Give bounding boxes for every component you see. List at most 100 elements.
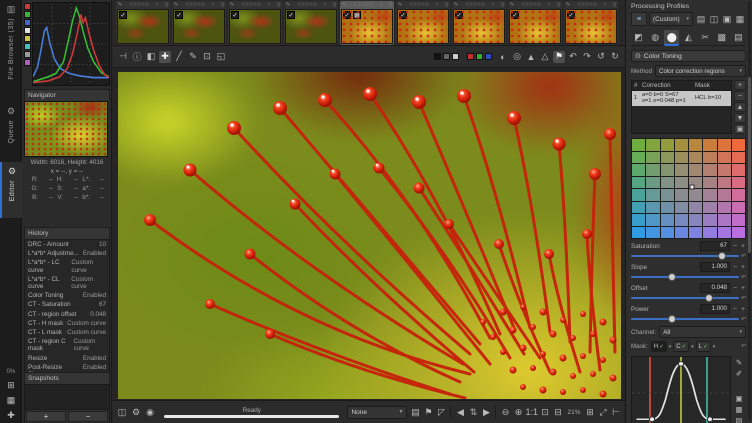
grid-cell[interactable] xyxy=(703,139,716,151)
history-row[interactable]: DRC - Amount10 xyxy=(25,240,109,249)
history-row[interactable]: ResizeEnabled xyxy=(25,354,109,363)
snapshots-title[interactable]: Snapshots xyxy=(24,372,110,384)
snapshots-list[interactable] xyxy=(24,384,110,410)
thumbnail-image[interactable]: ✓ xyxy=(117,9,169,44)
slider-value[interactable]: 0.048 xyxy=(700,283,730,293)
grid-cell[interactable] xyxy=(646,177,659,189)
color-label-icon[interactable]: ○ xyxy=(492,2,495,8)
crop-tool-icon[interactable]: ⊡ xyxy=(201,51,213,63)
thumbnail-toolbar[interactable]: ✎ ☆☆☆☆☆ ○ ▯ xyxy=(229,2,281,8)
zoom-100-icon[interactable]: 1:1 xyxy=(525,406,538,418)
reset-icon[interactable]: ↶ xyxy=(741,316,746,323)
filmstrip-thumbnail[interactable]: ✎ ☆☆☆☆☆ ○ ▯ ✓ xyxy=(452,1,506,45)
profile-applied-icon[interactable]: ✎ xyxy=(342,2,346,8)
zoom-fit-crop-icon[interactable]: ⊟ xyxy=(552,406,564,418)
grid-cell[interactable] xyxy=(732,139,745,151)
grid-cell[interactable] xyxy=(718,202,731,214)
grid-cell[interactable] xyxy=(718,214,731,226)
grid-cell[interactable] xyxy=(689,189,702,201)
rating-stars-icon[interactable]: ☆☆☆☆☆ xyxy=(297,2,317,8)
histogram-toggle-red[interactable] xyxy=(24,3,31,10)
color-label-icon[interactable]: ○ xyxy=(436,2,439,8)
red-channel-chip[interactable] xyxy=(467,53,474,60)
rotate-left-icon[interactable]: ↶ xyxy=(567,51,579,63)
tab-queue[interactable]: ⚙ Queue xyxy=(0,102,22,160)
rating-stars-icon[interactable]: ☆☆☆☆☆ xyxy=(465,2,485,8)
grid-cell[interactable] xyxy=(675,177,688,189)
grid-cell[interactable] xyxy=(703,227,716,239)
tab-color-icon[interactable]: ⬤ xyxy=(664,30,679,44)
grid-cell[interactable] xyxy=(718,189,731,201)
grid-cell[interactable] xyxy=(732,189,745,201)
slider-track[interactable] xyxy=(631,294,739,302)
grid-cell[interactable] xyxy=(703,152,716,164)
add-snapshot-button[interactable]: + xyxy=(26,411,66,422)
grid-cell[interactable] xyxy=(675,189,688,201)
trash-icon[interactable]: ▯ xyxy=(501,2,504,8)
image-info-icon[interactable]: ⓘ xyxy=(131,51,143,63)
tab-raw-icon[interactable]: ▩ xyxy=(714,30,729,44)
thumbnail-image[interactable]: ✓ xyxy=(173,9,225,44)
highlight-clipping-icon[interactable]: △ xyxy=(539,51,551,63)
previous-image-icon[interactable]: ◀ xyxy=(454,406,466,418)
grid-cell[interactable] xyxy=(732,202,745,214)
history-row[interactable]: L*a*b* - CL curveCustom curve xyxy=(25,275,109,291)
navigator-title[interactable]: Navigator xyxy=(24,89,110,101)
color-label-icon[interactable]: ○ xyxy=(604,2,607,8)
remove-region-icon[interactable]: − xyxy=(734,91,746,101)
grid-cell[interactable] xyxy=(718,139,731,151)
save-profile-icon[interactable]: ◫ xyxy=(708,13,720,25)
grid-cell[interactable] xyxy=(632,164,645,176)
filmstrip-thumbnail[interactable]: ✎ ☆☆☆☆☆ ○ ▯ ✓ xyxy=(172,1,226,45)
slider-thumb[interactable] xyxy=(668,315,676,323)
profile-applied-icon[interactable]: ✎ xyxy=(510,2,514,8)
grid-cell[interactable] xyxy=(632,214,645,226)
filmstrip-thumbnail[interactable]: ✎ ☆☆☆☆☆ ○ ▯ ✓ xyxy=(228,1,282,45)
grid-marker[interactable] xyxy=(689,185,694,190)
history-row[interactable]: Color ToningEnabled xyxy=(25,291,109,300)
color-picker-tool-icon[interactable]: ✎ xyxy=(187,51,199,63)
grid-cell[interactable] xyxy=(646,214,659,226)
grid-cell[interactable] xyxy=(675,227,688,239)
grid-cell[interactable] xyxy=(718,164,731,176)
pan-tool-icon[interactable]: ✚ xyxy=(5,409,17,421)
histogram-toggle-chromaticity[interactable] xyxy=(24,35,31,42)
histogram-toggle-blue[interactable] xyxy=(24,19,31,26)
grid-cell[interactable] xyxy=(646,227,659,239)
grid-cell[interactable] xyxy=(732,227,745,239)
grid-cell[interactable] xyxy=(689,164,702,176)
sync-filebrowser-icon[interactable]: ⇅ xyxy=(467,406,479,418)
zoom-out-icon[interactable]: ⊖ xyxy=(499,406,511,418)
thumbnail-toolbar[interactable]: ✎ ☆☆☆☆☆ ○ ▯ xyxy=(173,2,225,8)
trash-icon[interactable]: ▯ xyxy=(165,2,168,8)
grid-cell[interactable] xyxy=(732,214,745,226)
color-label-icon[interactable]: ○ xyxy=(268,2,271,8)
history-row[interactable]: CT - region C maskCustom curve xyxy=(25,337,109,353)
trash-icon[interactable]: ▯ xyxy=(557,2,560,8)
increment-icon[interactable]: + xyxy=(740,285,746,292)
decrement-icon[interactable]: − xyxy=(732,285,738,292)
thumbnail-image[interactable]: ✓ xyxy=(285,9,337,44)
flip-horizontal-icon[interactable]: ↺ xyxy=(595,51,607,63)
grid-cell[interactable] xyxy=(646,189,659,201)
trash-icon[interactable]: ▯ xyxy=(613,2,616,8)
grid-cell[interactable] xyxy=(632,227,645,239)
filmstrip-thumbnail[interactable]: ✎ ☆☆☆☆☆ ○ ▯ ✓ xyxy=(284,1,338,45)
straighten-tool-icon[interactable]: ╱ xyxy=(173,51,185,63)
slider-value[interactable]: 67 xyxy=(700,241,730,251)
slider-track[interactable] xyxy=(631,252,739,260)
load-profile-icon[interactable]: ▤ xyxy=(695,13,707,25)
move-region-down-icon[interactable]: ▼ xyxy=(734,113,746,123)
rating-stars-icon[interactable]: ☆☆☆☆☆ xyxy=(409,2,429,8)
increment-icon[interactable]: + xyxy=(740,264,746,271)
output-folder-icon[interactable]: ▤ xyxy=(409,406,421,418)
power-icon[interactable]: ⊙ xyxy=(635,52,641,60)
rating-stars-icon[interactable]: ☆☆☆☆☆ xyxy=(577,2,597,8)
history-row[interactable]: L*a*b* Adjustme...Enabled xyxy=(25,249,109,258)
move-region-up-icon[interactable]: ▲ xyxy=(734,102,746,112)
grid-cell[interactable] xyxy=(718,227,731,239)
filmstrip-thumbnail[interactable]: ✎ ☆☆☆☆☆ ○ ▯ ✓ xyxy=(564,1,618,45)
grid-cell[interactable] xyxy=(703,189,716,201)
thumbnail-toolbar[interactable]: ✎ ☆☆☆☆☆ ○ ▯ xyxy=(341,2,393,8)
history-row[interactable]: CT - Saturation67 xyxy=(25,300,109,309)
